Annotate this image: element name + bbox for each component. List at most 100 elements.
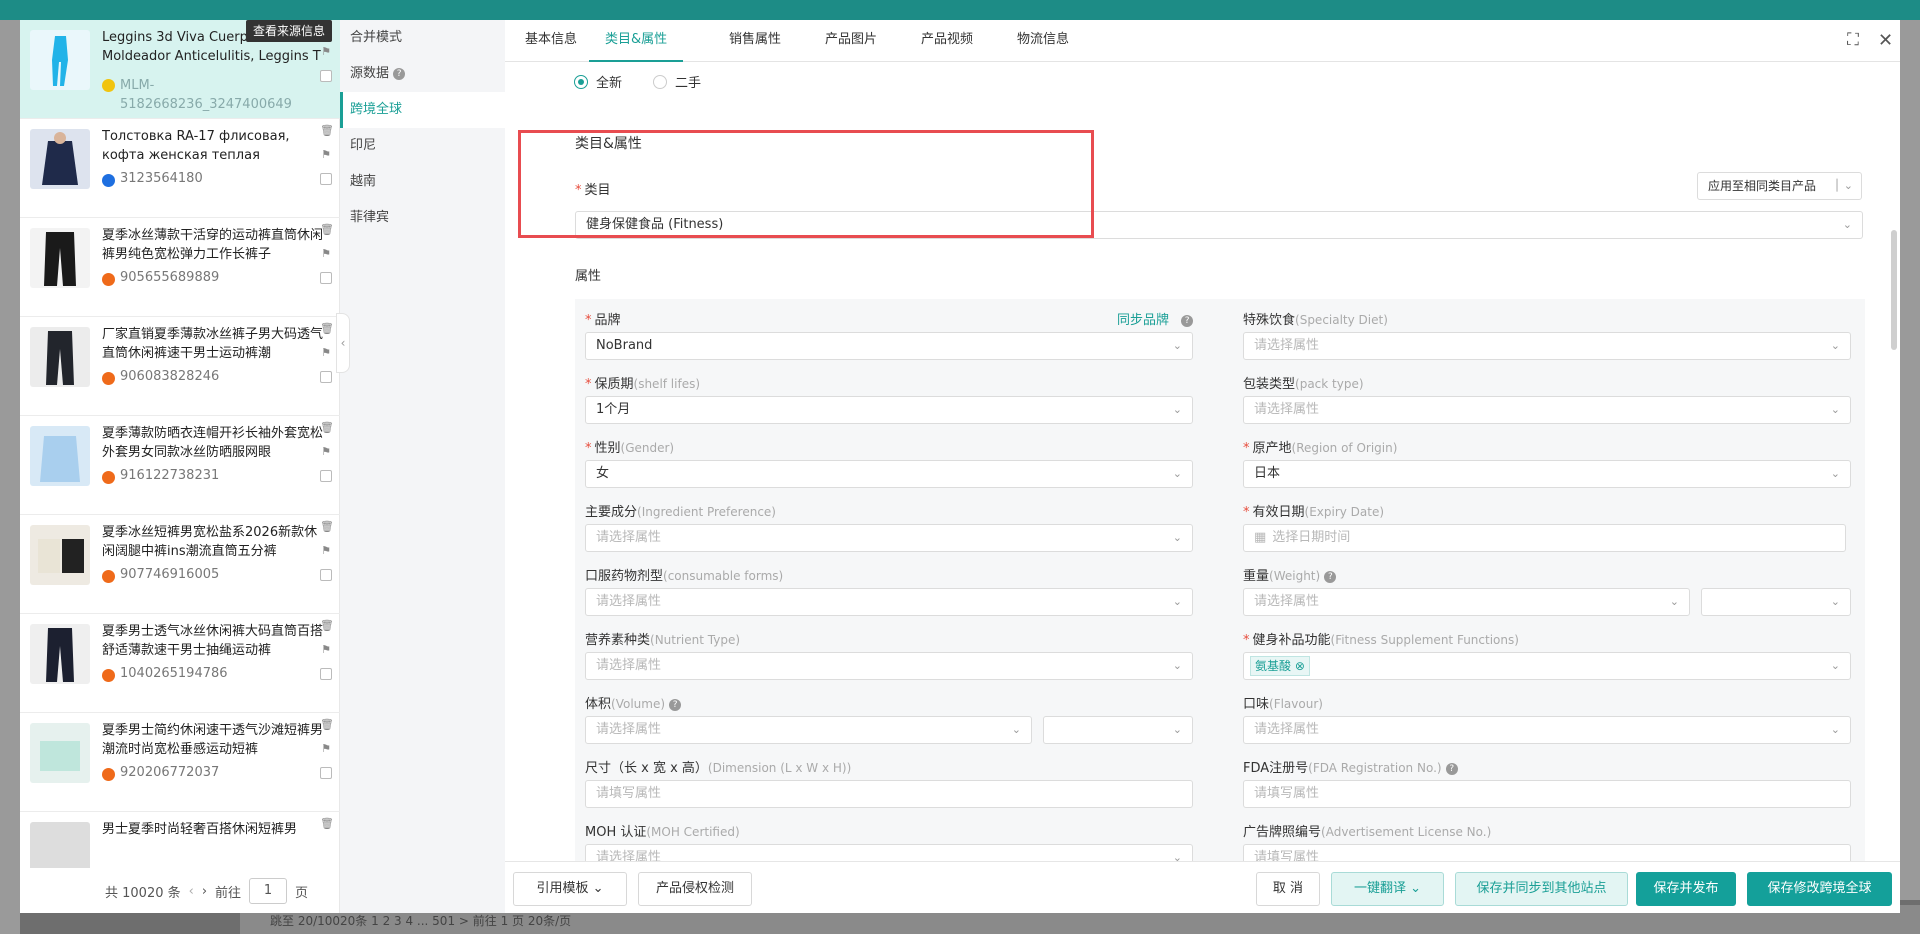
tab-category-attributes[interactable]: 类目&属性 <box>589 20 684 62</box>
product-id: 1040265194786 <box>102 666 228 682</box>
sync-brand-link[interactable]: 同步品牌 ? <box>1117 309 1194 328</box>
close-icon[interactable]: ✕ <box>1878 30 1893 51</box>
list-item[interactable]: Толстовка RA-17 флисовая, кофта женская … <box>20 119 340 218</box>
site-indonesia[interactable]: 印尼 <box>340 128 505 164</box>
cancel-button[interactable]: 取 消 <box>1256 872 1320 906</box>
list-item[interactable]: 夏季男士透气冰丝休闲裤大码直筒百搭舒适薄款速干男士抽绳运动裤 104026519… <box>20 614 340 713</box>
save-sync-button[interactable]: 保存并同步到其他站点 <box>1455 872 1628 906</box>
product-id: 907746916005 <box>102 567 219 583</box>
delete-icon[interactable]: 🗑 <box>320 521 334 533</box>
site-nav: 合并模式 源数据 ? 跨境全球 印尼 越南 菲律宾 <box>340 20 505 913</box>
condition-new-radio[interactable]: 全新 <box>574 72 622 91</box>
weight-select[interactable]: 请选择属性 ⌄ <box>1243 588 1690 616</box>
ingredient-select[interactable]: 请选择属性 ⌄ <box>585 524 1193 552</box>
expiry-date-picker[interactable]: ▦ 选择日期时间 <box>1243 524 1846 552</box>
calendar-icon: ▦ <box>1254 530 1267 545</box>
flag-icon[interactable]: ⚑ <box>320 446 332 458</box>
view-source-button[interactable]: 查看来源信息 <box>246 20 333 42</box>
condition-used-radio[interactable]: 二手 <box>653 72 701 91</box>
background-right <box>1900 20 1920 900</box>
page-input[interactable]: 1 <box>249 878 288 904</box>
1688-icon <box>102 471 115 484</box>
site-vietnam[interactable]: 越南 <box>340 164 505 200</box>
tab-sales-attributes[interactable]: 销售属性 <box>729 20 781 62</box>
save-publish-button[interactable]: 保存并发布 <box>1636 872 1736 906</box>
site-philippines[interactable]: 菲律宾 <box>340 200 505 236</box>
ozon-icon <box>102 174 115 187</box>
shelf-life-select[interactable]: 1个月 ⌄ <box>585 396 1193 424</box>
fda-input[interactable]: 请填写属性 <box>1243 780 1851 808</box>
brand-select[interactable]: NoBrand ⌄ <box>585 332 1193 360</box>
tab-bar: 基本信息 类目&属性 销售属性 产品图片 产品视频 物流信息 ⛶ ✕ <box>505 20 1900 62</box>
product-title: 厂家直销夏季薄款冰丝裤子男大码透气直筒休闲裤速干男士运动裤潮 <box>102 327 324 361</box>
delete-icon[interactable]: 🗑 <box>320 125 334 137</box>
tab-logistics[interactable]: 物流信息 <box>1017 20 1069 62</box>
select-checkbox[interactable] <box>320 272 332 284</box>
delete-icon[interactable]: 🗑 <box>320 620 334 632</box>
save-global-button[interactable]: 保存修改跨境全球 <box>1747 872 1892 906</box>
flag-icon[interactable]: ⚑ <box>320 545 332 557</box>
delete-icon[interactable]: 🗑 <box>320 224 334 236</box>
tab-product-images[interactable]: 产品图片 <box>825 20 877 62</box>
tab-product-video[interactable]: 产品视频 <box>921 20 973 62</box>
select-checkbox[interactable] <box>320 173 332 185</box>
flag-icon[interactable]: ⚑ <box>320 347 332 359</box>
collapse-list-toggle[interactable]: ‹ <box>336 313 350 373</box>
ad-license-input[interactable]: 请填写属性 <box>1243 844 1851 861</box>
list-item[interactable]: 厂家直销夏季薄款冰丝裤子男大码透气直筒休闲裤速干男士运动裤潮 906083828… <box>20 317 340 416</box>
delete-icon[interactable]: 🗑 <box>320 422 334 434</box>
product-title: 夏季男士简约休闲速干透气沙滩短裤男潮流时尚宽松垂感运动短裤 <box>102 723 324 757</box>
select-checkbox[interactable] <box>320 470 332 482</box>
next-page-icon[interactable]: › <box>202 884 207 899</box>
flag-icon[interactable]: ⚑ <box>320 644 332 656</box>
tab-basic-info[interactable]: 基本信息 <box>525 20 577 62</box>
select-checkbox[interactable] <box>320 668 332 680</box>
site-global[interactable]: 跨境全球 <box>340 92 505 128</box>
infringement-check-button[interactable]: 产品侵权检测 <box>638 872 752 906</box>
prev-page-icon[interactable]: ‹ <box>189 884 194 899</box>
list-item[interactable]: 男士夏季时尚轻奢百搭休闲短裤男 🗑 <box>20 812 340 868</box>
dimension-input[interactable]: 请填写属性 <box>585 780 1193 808</box>
fullscreen-icon[interactable]: ⛶ <box>1847 30 1859 50</box>
site-merge-mode[interactable]: 合并模式 <box>340 20 505 56</box>
flag-icon[interactable]: ⚑ <box>320 46 332 58</box>
tag-close-icon[interactable]: ⊗ <box>1295 659 1305 673</box>
consumable-form-select[interactable]: 请选择属性 ⌄ <box>585 588 1193 616</box>
flag-icon[interactable]: ⚑ <box>320 248 332 260</box>
volume-unit-select[interactable]: ⌄ <box>1043 716 1193 744</box>
delete-icon[interactable]: 🗑 <box>320 323 334 335</box>
select-checkbox[interactable] <box>320 371 332 383</box>
special-diet-select[interactable]: 请选择属性 ⌄ <box>1243 332 1851 360</box>
weight-unit-select[interactable]: ⌄ <box>1701 588 1851 616</box>
template-dropdown-button[interactable]: 引用模板 ⌄ <box>513 872 627 906</box>
volume-label: 体积(Volume) ? <box>585 693 682 712</box>
gender-select[interactable]: 女 ⌄ <box>585 460 1193 488</box>
apply-same-category-button[interactable]: 应用至相同类目产品 │ ⌄ <box>1697 172 1862 200</box>
list-item[interactable]: 夏季薄款防晒衣连帽开衫长袖外套宽松外套男女同款冰丝防晒服网眼 916122738… <box>20 416 340 515</box>
list-item[interactable]: 夏季冰丝薄款干活穿的运动裤直筒休闲裤男纯色宽松弹力工作长裤子 905655689… <box>20 218 340 317</box>
fitness-function-select[interactable]: 氨基酸 ⊗ ⌄ <box>1243 652 1851 680</box>
delete-icon[interactable]: 🗑 <box>320 818 334 830</box>
flavour-select[interactable]: 请选择属性 ⌄ <box>1243 716 1851 744</box>
origin-select[interactable]: 日本 ⌄ <box>1243 460 1851 488</box>
nutrient-type-select[interactable]: 请选择属性 ⌄ <box>585 652 1193 680</box>
weight-label: 重量(Weight) ? <box>1243 565 1337 584</box>
translate-button[interactable]: 一键翻译 ⌄ <box>1331 872 1444 906</box>
flag-icon[interactable]: ⚑ <box>320 743 332 755</box>
delete-icon[interactable]: 🗑 <box>320 719 334 731</box>
scrollbar[interactable] <box>1891 230 1897 350</box>
list-item[interactable]: 夏季冰丝短裤男宽松盐系2026新款休闲阔腿中裤ins潮流直筒五分裤 907746… <box>20 515 340 614</box>
flag-icon[interactable]: ⚑ <box>320 149 332 161</box>
pack-type-select[interactable]: 请选择属性 ⌄ <box>1243 396 1851 424</box>
brand-label: * 品牌 <box>585 313 621 328</box>
select-checkbox[interactable] <box>320 569 332 581</box>
select-checkbox[interactable] <box>320 70 332 82</box>
site-source-data[interactable]: 源数据 ? <box>340 56 505 92</box>
moh-select[interactable]: 请选择属性 ⌄ <box>585 844 1193 861</box>
list-item[interactable]: Leggins 3d Viva Cuerpo Moldeador Anticel… <box>20 20 340 119</box>
select-checkbox[interactable] <box>320 767 332 779</box>
help-icon: ? <box>669 698 682 711</box>
volume-select[interactable]: 请选择属性 ⌄ <box>585 716 1032 744</box>
1688-icon <box>102 570 115 583</box>
list-item[interactable]: 夏季男士简约休闲速干透气沙滩短裤男潮流时尚宽松垂感运动短裤 9202067720… <box>20 713 340 812</box>
